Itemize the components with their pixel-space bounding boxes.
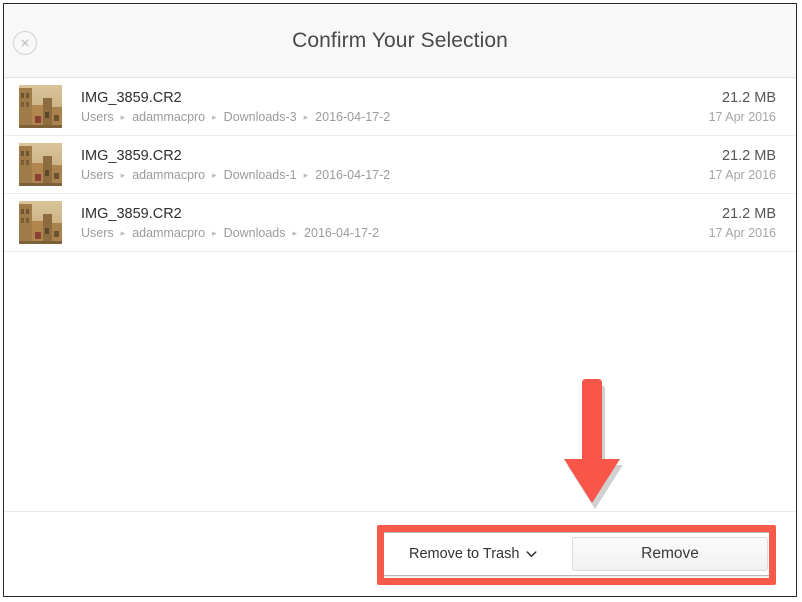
footer-controls: Remove to Trash Remove	[383, 532, 772, 576]
remove-button-label: Remove	[641, 545, 699, 562]
file-path-breadcrumb: Users ▸ adammacpro ▸ Downloads ▸ 2016-04-17-2	[81, 226, 693, 241]
breadcrumb-separator-icon: ▸	[303, 169, 309, 180]
file-meta: 21.2 MB 17 Apr 2016	[693, 89, 776, 125]
page-title: Confirm Your Selection	[292, 29, 508, 52]
breadcrumb-segment: Users	[81, 167, 114, 182]
breadcrumb-separator-icon: ▸	[212, 227, 217, 238]
file-path-breadcrumb: Users ▸ adammacpro ▸ Downloads-1 ▸ 2016-04-17-…	[81, 168, 693, 183]
breadcrumb-segment: 2016-04-17-2	[304, 225, 380, 240]
file-name: IMG_3859.CR2	[81, 89, 182, 106]
breadcrumb-separator-icon: ▸	[120, 169, 126, 180]
window-titlebar: Confirm Your Selection	[4, 4, 796, 78]
list-empty-area	[4, 252, 796, 511]
breadcrumb-separator-icon: ▸	[120, 227, 126, 238]
file-date: 17 Apr 2016	[708, 225, 776, 240]
breadcrumb-separator-icon: ▸	[212, 111, 217, 122]
table-row[interactable]: IMG_3859.CR2 Users ▸ adammacpro ▸ Downloads-1…	[4, 136, 796, 194]
file-size: 21.2 MB	[722, 205, 776, 222]
footer-bar: Remove to Trash Remove	[4, 511, 796, 596]
file-date: 17 Apr 2016	[708, 109, 776, 124]
confirm-selection-window: Confirm Your Selection IMG_3859.CR2 Users…	[3, 3, 797, 597]
remove-button[interactable]: Remove	[572, 537, 768, 571]
file-path-breadcrumb: Users ▸ adammacpro ▸ Downloads-3 ▸ 2016-04-17-…	[81, 110, 693, 125]
breadcrumb-segment: adammacpro	[132, 225, 206, 240]
file-name: IMG_3859.CR2	[81, 147, 182, 164]
file-info: IMG_3859.CR2 Users ▸ adammacpro ▸ Downloads-3…	[62, 89, 693, 125]
breadcrumb-segment: Users	[81, 225, 114, 240]
breadcrumb-segment: Downloads	[223, 225, 286, 240]
remove-action-label: Remove to Trash	[409, 546, 520, 562]
breadcrumb-segment: 2016-04-17-2	[315, 109, 391, 124]
table-row[interactable]: IMG_3859.CR2 Users ▸ adammacpro ▸ Downloads-3…	[4, 78, 796, 136]
table-row[interactable]: IMG_3859.CR2 Users ▸ adammacpro ▸ Downloads ▸ 2…	[4, 194, 796, 252]
breadcrumb-separator-icon: ▸	[292, 227, 298, 238]
file-thumbnail	[19, 201, 62, 244]
breadcrumb-segment: Downloads-1	[223, 167, 297, 182]
breadcrumb-segment: Users	[81, 109, 114, 124]
file-info: IMG_3859.CR2 Users ▸ adammacpro ▸ Downloads-1…	[62, 147, 693, 183]
breadcrumb-separator-icon: ▸	[212, 169, 217, 180]
file-list: IMG_3859.CR2 Users ▸ adammacpro ▸ Downloads-3…	[4, 78, 796, 252]
breadcrumb-segment: adammacpro	[132, 109, 206, 124]
breadcrumb-segment: 2016-04-17-2	[315, 167, 391, 182]
file-name: IMG_3859.CR2	[81, 205, 182, 222]
file-date: 17 Apr 2016	[708, 167, 776, 182]
breadcrumb-segment: Downloads-3	[223, 109, 297, 124]
file-meta: 21.2 MB 17 Apr 2016	[693, 147, 776, 183]
chevron-down-icon	[526, 550, 537, 558]
file-info: IMG_3859.CR2 Users ▸ adammacpro ▸ Downloads ▸ 2…	[62, 205, 693, 241]
breadcrumb-separator-icon: ▸	[303, 111, 309, 122]
file-thumbnail	[19, 85, 62, 128]
file-size: 21.2 MB	[722, 89, 776, 106]
remove-action-select[interactable]: Remove to Trash	[384, 546, 551, 562]
file-size: 21.2 MB	[722, 147, 776, 164]
breadcrumb-separator-icon: ▸	[120, 111, 126, 122]
breadcrumb-segment: adammacpro	[132, 167, 206, 182]
file-thumbnail	[19, 143, 62, 186]
file-meta: 21.2 MB 17 Apr 2016	[693, 205, 776, 241]
